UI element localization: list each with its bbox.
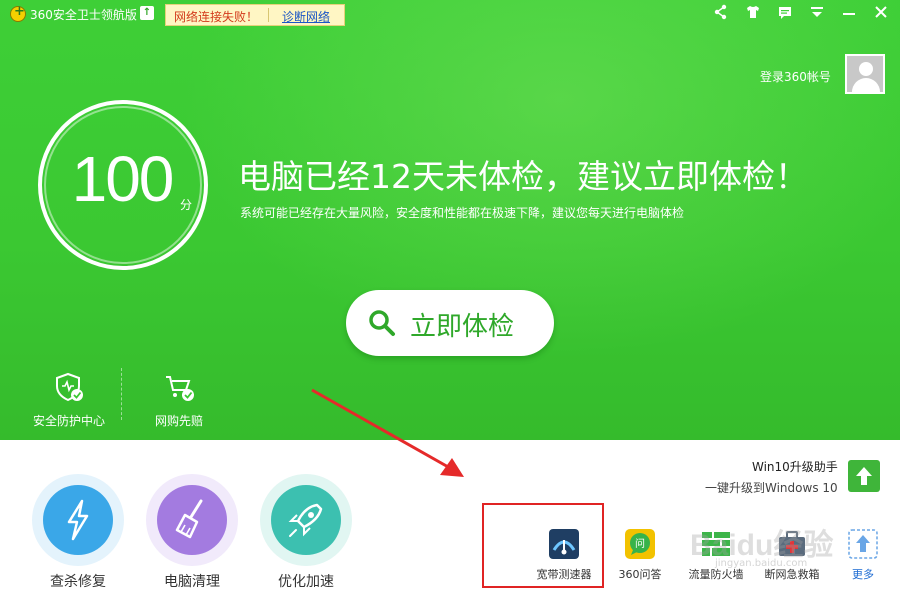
annotation-highlight-box <box>482 503 604 588</box>
rocket-icon <box>288 503 323 537</box>
scan-repair-label: 查杀修复 <box>50 574 106 590</box>
security-center-label: 安全防护中心 <box>32 414 105 428</box>
feedback-icon[interactable] <box>778 4 792 20</box>
login-link[interactable]: 登录360帐号 <box>760 68 831 85</box>
shopping-guarantee-button[interactable]: 网购先赔 <box>134 372 224 429</box>
lightning-icon <box>67 499 89 541</box>
shopping-cart-check-icon <box>166 376 194 401</box>
scan-repair-circle <box>43 485 113 555</box>
more-tools-button[interactable]: 更多 <box>826 528 900 582</box>
user-avatar-icon[interactable] <box>845 54 885 94</box>
check-now-button[interactable]: 立即体检 <box>346 290 554 356</box>
pc-cleanup-ring <box>146 474 238 566</box>
check-now-label: 立即体检 <box>410 312 515 342</box>
share-icon[interactable] <box>714 4 728 20</box>
scan-repair-button[interactable]: 查杀修复 <box>28 474 128 591</box>
main-panel: 360安全卫士领航版 ↑ 网络连接失败！ 诊断网络 <box>0 0 900 440</box>
score-value: 100 <box>71 143 175 215</box>
first-aid-icon <box>776 528 808 560</box>
broom-icon <box>175 499 203 539</box>
pc-cleanup-label: 电脑清理 <box>164 574 220 590</box>
skin-icon[interactable] <box>746 4 760 20</box>
menu-icon[interactable] <box>810 4 824 20</box>
minimize-icon[interactable] <box>842 4 856 20</box>
app-logo-icon <box>10 4 26 22</box>
traffic-firewall-button[interactable]: 流量防火墙 <box>679 528 753 582</box>
security-center-button[interactable]: 安全防护中心 <box>24 372 114 429</box>
network-rescue-label: 断网急救箱 <box>764 568 820 581</box>
pc-cleanup-circle <box>157 485 227 555</box>
qa-360-button[interactable]: 问 360问答 <box>603 528 677 582</box>
avatar-body <box>852 78 880 92</box>
diagnose-network-link[interactable]: 诊断网络 <box>282 8 330 25</box>
upgrade-arrow-icon[interactable] <box>848 460 880 492</box>
title-bar[interactable]: 360安全卫士领航版 ↑ 网络连接失败！ 诊断网络 <box>0 0 900 28</box>
optimize-speed-circle <box>271 485 341 555</box>
divider <box>268 8 269 22</box>
qa-bubble-icon: 问 <box>624 528 656 560</box>
win10-upgrade-title[interactable]: Win10升级助手 <box>752 458 838 475</box>
network-rescue-button[interactable]: 断网急救箱 <box>755 528 829 582</box>
app-title: 360安全卫士领航版 <box>30 8 137 22</box>
pc-cleanup-button[interactable]: 电脑清理 <box>142 474 242 591</box>
search-icon <box>369 310 395 336</box>
network-error-bar: 网络连接失败！ 诊断网络 <box>165 4 345 26</box>
optimize-speed-label: 优化加速 <box>278 574 334 590</box>
subline: 系统可能已经存在大量风险，安全度和性能都在极速下降，建议您每天进行电脑体检 <box>240 206 685 220</box>
avatar-head <box>859 62 873 76</box>
traffic-firewall-label: 流量防火墙 <box>688 568 744 581</box>
more-tools-label: 更多 <box>852 568 874 581</box>
qa-360-label: 360问答 <box>618 568 662 581</box>
win10-upgrade-subtitle: 一键升级到Windows 10 <box>705 481 838 495</box>
optimize-speed-button[interactable]: 优化加速 <box>256 474 356 591</box>
firewall-icon <box>700 528 732 560</box>
scan-repair-ring <box>32 474 124 566</box>
window-controls <box>714 4 888 22</box>
score-unit: 分 <box>180 198 193 212</box>
svg-text:问: 问 <box>635 537 645 550</box>
divider <box>121 368 122 420</box>
network-error-message: 网络连接失败！ <box>174 10 259 24</box>
shield-check-icon <box>56 372 83 402</box>
upload-arrow-icon[interactable]: ↑ <box>140 6 154 20</box>
more-icon <box>847 528 879 560</box>
optimize-speed-ring <box>260 474 352 566</box>
headline: 电脑已经12天未体检，建议立即体检！ <box>238 157 808 196</box>
shopping-guarantee-label: 网购先赔 <box>154 414 203 428</box>
close-icon[interactable] <box>874 4 888 20</box>
